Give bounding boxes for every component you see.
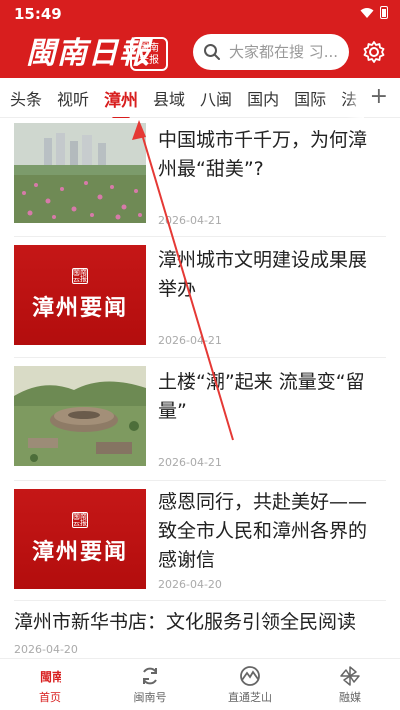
news-item[interactable]: 閩南 云报 漳州要闻 漳州城市文明建设成果展举办 2026-04-21 <box>0 238 400 358</box>
search-input[interactable] <box>229 43 349 61</box>
news-thumbnail <box>14 123 146 223</box>
tab-headline[interactable]: 头条 <box>10 86 42 110</box>
search-icon <box>204 44 220 60</box>
garden-photo <box>14 123 146 223</box>
news-thumbnail: 閩南 云报 漳州要闻 <box>14 489 146 589</box>
refresh-circle-icon <box>143 667 157 684</box>
tab-row: 头条 视听 漳州 县域 八闽 国内 国际 法 <box>10 78 366 118</box>
divider <box>14 600 386 601</box>
tab-international[interactable]: 国际 <box>294 86 326 110</box>
nav-home[interactable]: 閩南 首页 <box>0 659 100 710</box>
search-box[interactable] <box>193 34 349 70</box>
add-tab-icon[interactable]: + <box>370 84 388 110</box>
news-date: 2026-04-21 <box>158 334 222 347</box>
logo-seal: 閩南 云报 <box>130 37 168 71</box>
news-item[interactable]: 土楼“潮”起来 流量变“留量” 2026-04-21 <box>0 360 400 480</box>
news-thumbnail <box>14 366 146 466</box>
nav-zhishan[interactable]: 直通芝山 <box>200 659 300 710</box>
svg-text:閩南: 閩南 <box>40 669 61 684</box>
news-title: 感恩同行，共赴美好——致全市人民和漳州各界的感谢信 <box>158 491 368 571</box>
pinwheel-icon <box>340 665 360 686</box>
news-title[interactable]: 漳州市新华书店：文化服务引领全民阅读 <box>14 608 386 636</box>
app-header: 15:49 閩南日報 閩南 云报 <box>0 0 400 78</box>
tab-domestic[interactable]: 国内 <box>247 86 279 110</box>
tab-zhangzhou[interactable]: 漳州 <box>104 86 138 111</box>
thumb-seal: 閩南 云报 <box>72 268 88 284</box>
news-thumbnail: 閩南 云报 漳州要闻 <box>14 245 146 345</box>
thumb-title: 漳州要闻 <box>31 540 128 565</box>
tab-video[interactable]: 视听 <box>57 86 89 110</box>
news-title: 土楼“潮”起来 流量变“留量” <box>158 371 365 422</box>
nav-minnan-hao[interactable]: 闽南号 <box>100 659 200 710</box>
battery-icon <box>380 6 388 19</box>
nav-label: 直通芝山 <box>228 690 272 704</box>
channel-tabs: 头条 视听 漳州 县域 八闽 国内 国际 法 + <box>0 78 400 118</box>
wifi-icon <box>360 7 374 18</box>
divider <box>14 357 386 358</box>
news-date: 2026-04-20 <box>14 643 78 656</box>
thumb-title: 漳州要闻 <box>31 296 128 321</box>
nav-label: 首页 <box>39 690 61 704</box>
news-title: 中国城市千千万，为何漳州最“甜美”? <box>158 129 368 180</box>
tab-bamin[interactable]: 八闽 <box>200 86 232 110</box>
nav-label: 融媒 <box>339 690 361 704</box>
tulou-photo <box>14 366 146 466</box>
tab-county[interactable]: 县域 <box>153 86 185 110</box>
status-icons <box>360 6 388 19</box>
nav-label: 闽南号 <box>133 690 167 704</box>
home-logo-icon: 閩南 <box>40 669 61 684</box>
news-date: 2026-04-21 <box>158 214 222 227</box>
news-date: 2026-04-20 <box>158 578 222 591</box>
news-item[interactable]: 閩南 云报 漳州要闻 感恩同行，共赴美好——致全市人民和漳州各界的感谢信 2026… <box>0 482 400 602</box>
news-item[interactable]: 中国城市千千万，为何漳州最“甜美”? 2026-04-21 <box>0 118 400 238</box>
thumb-seal: 閩南 云报 <box>72 512 88 528</box>
divider <box>14 236 386 237</box>
bottom-nav: 閩南 首页 闽南号 直通芝山 融媒 <box>0 658 400 710</box>
divider <box>14 480 386 481</box>
status-time: 15:49 <box>14 5 62 23</box>
nav-rongmei[interactable]: 融媒 <box>300 659 400 710</box>
tab-fade <box>346 78 364 118</box>
app-screen: 15:49 閩南日報 閩南云报 头条 视听 漳州 县域 八闽 <box>0 0 400 710</box>
news-title: 漳州城市文明建设成果展举办 <box>158 249 368 300</box>
news-date: 2026-04-21 <box>158 456 222 469</box>
mountain-icon <box>240 665 260 686</box>
settings-gear-icon[interactable] <box>362 40 386 64</box>
